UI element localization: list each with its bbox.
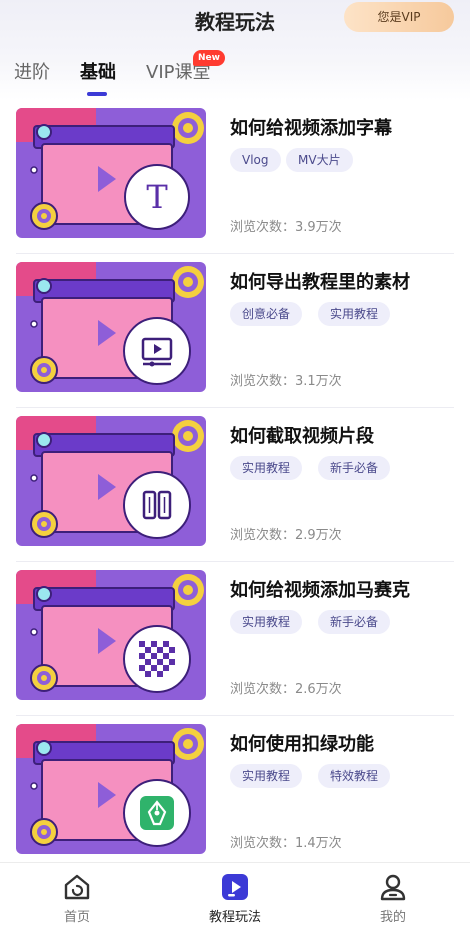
new-badge: New <box>193 50 225 66</box>
bottom-nav: 首页 教程玩法 我的 <box>0 862 470 930</box>
tag[interactable]: 特效教程 <box>318 764 391 788</box>
nav-profile[interactable]: 我的 <box>338 863 448 930</box>
tutorial-title: 如何使用扣绿功能 <box>230 734 374 755</box>
view-count: 浏览次数：2.9万次 <box>230 528 342 543</box>
nav-label: 首页 <box>63 910 90 925</box>
tutorial-title: 如何给视频添加字幕 <box>230 118 392 139</box>
tab-basic[interactable]: 基础 <box>80 58 116 84</box>
home-icon <box>64 874 90 900</box>
active-tab-indicator <box>87 92 107 96</box>
tutorial-title: 如何截取视频片段 <box>230 426 374 447</box>
tag[interactable]: Vlog <box>230 148 281 172</box>
tag[interactable]: 实用教程 <box>230 456 303 480</box>
tab-advanced[interactable]: 进阶 <box>14 58 50 84</box>
text-t-icon: T <box>124 164 190 230</box>
tutorial-thumbnail <box>16 262 206 392</box>
tutorial-title: 如何给视频添加马赛克 <box>230 580 410 601</box>
tutorial-thumbnail <box>16 416 206 546</box>
tutorial-card[interactable]: 如何导出教程里的素材 创意必备 实用教程 浏览次数：3.1万次 <box>0 254 470 408</box>
tutorial-thumbnail: T <box>16 108 206 238</box>
tutorial-card[interactable]: 如何截取视频片段 实用教程 新手必备 浏览次数：2.9万次 <box>0 408 470 562</box>
nav-tutorials[interactable]: 教程玩法 <box>180 863 290 930</box>
view-count: 浏览次数：3.1万次 <box>230 374 342 389</box>
mosaic-icon <box>139 641 175 677</box>
view-count: 浏览次数：2.6万次 <box>230 682 342 697</box>
tag[interactable]: 实用教程 <box>318 302 391 326</box>
tag[interactable]: 创意必备 <box>230 302 303 326</box>
video-export-icon <box>141 337 173 367</box>
header: 教程玩法 您是VIP 进阶 基础 VIP课堂 New <box>0 0 470 100</box>
nav-home[interactable]: 首页 <box>22 863 132 930</box>
tag[interactable]: 实用教程 <box>230 764 303 788</box>
tab-bar: 进阶 基础 VIP课堂 New <box>0 50 470 98</box>
tutorial-thumbnail <box>16 724 206 854</box>
tutorial-title: 如何导出教程里的素材 <box>230 272 410 293</box>
nav-label: 教程玩法 <box>208 910 261 925</box>
pen-nib-icon <box>140 796 174 830</box>
profile-icon <box>380 874 406 901</box>
tag[interactable]: 实用教程 <box>230 610 303 634</box>
view-count: 浏览次数：1.4万次 <box>230 836 342 851</box>
tag[interactable]: 新手必备 <box>318 610 391 634</box>
tag[interactable]: 新手必备 <box>318 456 391 480</box>
tutorial-card[interactable]: T 如何给视频添加字幕 Vlog MV大片 浏览次数：3.9万次 <box>0 100 470 254</box>
tutorial-thumbnail <box>16 570 206 700</box>
tutorial-card[interactable]: 如何给视频添加马赛克 实用教程 新手必备 浏览次数：2.6万次 <box>0 562 470 716</box>
nav-label: 我的 <box>379 910 406 925</box>
view-count: 浏览次数：3.9万次 <box>230 220 342 235</box>
tutorial-play-icon <box>222 874 248 900</box>
film-clip-icon <box>142 490 172 520</box>
tag[interactable]: MV大片 <box>286 148 353 172</box>
tutorial-card[interactable]: 如何使用扣绿功能 实用教程 特效教程 浏览次数：1.4万次 <box>0 716 470 870</box>
vip-button[interactable]: 您是VIP <box>344 2 454 32</box>
